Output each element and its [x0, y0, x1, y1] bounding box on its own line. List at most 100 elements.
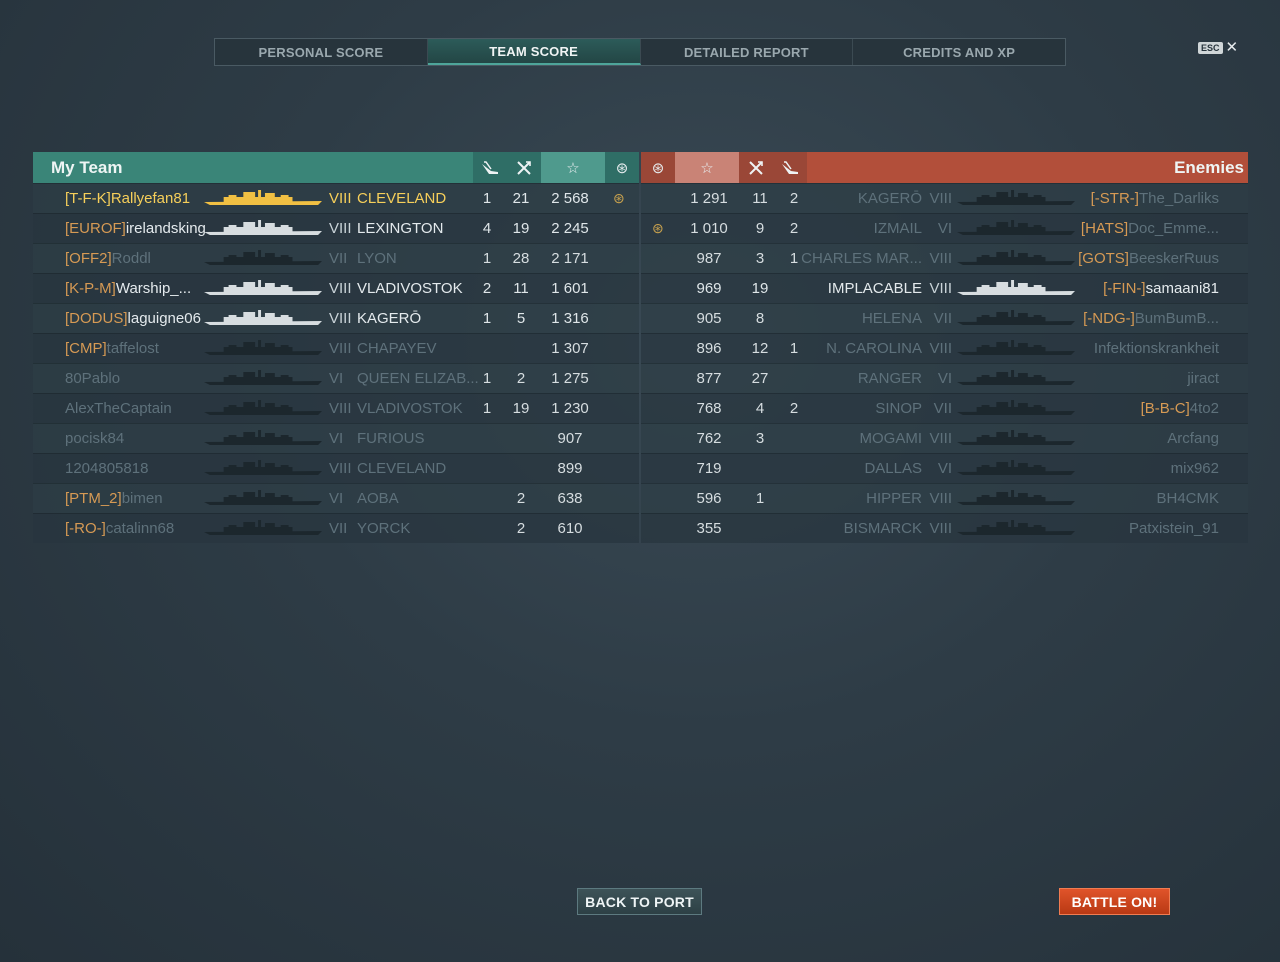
player-row[interactable]: 905 8 HELENA VII [-NDG-]BumBumB... — [641, 303, 1248, 333]
clan-tag: [GOTS] — [1078, 250, 1129, 267]
xp-value: 1 307 — [551, 340, 589, 357]
ship-silhouette — [957, 460, 1075, 475]
player-name-cell: pocisk84 — [65, 430, 124, 447]
player-row[interactable]: 987 3 1 CHARLES MAR... VIII [GOTS]BeeskerRuus — [641, 243, 1248, 273]
ship-tier: VI — [329, 430, 344, 447]
player-name-cell: mix962 — [1171, 460, 1219, 477]
player-name: Infektionskrankheit — [1093, 340, 1219, 357]
player-row[interactable]: 1204805818 VIII CLEVELAND 899 — [33, 453, 639, 483]
player-name: bimen — [121, 490, 163, 507]
tab-team-score[interactable]: TEAM SCORE — [427, 39, 641, 65]
ship-silhouette — [957, 220, 1075, 235]
player-name-cell: [GOTS]BeeskerRuus — [1078, 250, 1219, 267]
player-row[interactable]: 1 291 11 2 KAGERŌ VIII [-STR-]The_Darliks — [641, 183, 1248, 213]
ship-tier: VII — [329, 520, 348, 537]
ship-name: LEXINGTON — [357, 220, 444, 237]
my-team-rows: [T-F-K]Rallyefan81 VIII CLEVELAND 1 21 2 568 ⊛… — [33, 183, 639, 543]
clan-tag: [CMP] — [65, 340, 107, 357]
player-name-cell: jiract — [1187, 370, 1219, 387]
player-row[interactable]: [DODUS]laguigne06 VIII KAGERŌ 1 5 1 316 — [33, 303, 639, 333]
ship-name: HIPPER — [866, 490, 922, 507]
tab-personal-score[interactable]: PERSONAL SCORE — [215, 39, 428, 65]
tab-detailed-report[interactable]: DETAILED REPORT — [641, 39, 854, 65]
player-row[interactable]: [EUROF]irelandsking VIII LEXINGTON 4 19 2 245 — [33, 213, 639, 243]
player-name: Rallyefan81 — [110, 190, 191, 207]
back-to-port-button[interactable]: BACK TO PORT — [577, 888, 702, 915]
planes-count: 4 — [482, 220, 492, 237]
frags-count: 2 — [516, 520, 526, 537]
xp-value: 907 — [557, 430, 583, 447]
player-name: taffelost — [106, 340, 159, 357]
player-name-cell: [HATS]Doc_Emme... — [1081, 220, 1219, 237]
ship-name: VLADIVOSTOK — [357, 400, 463, 417]
ship-tier: VIII — [329, 460, 352, 477]
clan-tag: [EUROF] — [65, 220, 126, 237]
xp-value: 762 — [696, 430, 722, 447]
xp-value: 877 — [696, 370, 722, 387]
ship-silhouette — [957, 400, 1075, 415]
player-name-cell: [T-F-K]Rallyefan81 — [65, 190, 190, 207]
player-row[interactable]: 719 DALLAS VI mix962 — [641, 453, 1248, 483]
frags-count: 11 — [513, 280, 529, 297]
planes-count: 1 — [482, 370, 492, 387]
ship-tier: VIII — [929, 250, 952, 267]
xp-value: 1 010 — [690, 220, 728, 237]
player-row[interactable]: 762 3 MOGAMI VIII Arcfang — [641, 423, 1248, 453]
player-row[interactable]: pocisk84 VI FURIOUS 907 — [33, 423, 639, 453]
player-row[interactable]: 768 4 2 SINOP VII [B-B-C]4to2 — [641, 393, 1248, 423]
close-button[interactable]: ESC ✕ — [1198, 40, 1238, 55]
ship-tier: VII — [933, 310, 952, 327]
clan-tag: [HATS] — [1080, 220, 1129, 237]
player-name: BumBumB... — [1134, 310, 1219, 327]
enemies-rows: 1 291 11 2 KAGERŌ VIII [-STR-]The_Darliks ⊛ 1 0… — [641, 183, 1248, 543]
player-row[interactable]: 596 1 HIPPER VIII BH4CMK — [641, 483, 1248, 513]
player-row[interactable]: AlexTheCaptain VIII VLADIVOSTOK 1 19 1 230 — [33, 393, 639, 423]
player-row[interactable]: 877 27 RANGER VI jiract — [641, 363, 1248, 393]
ship-silhouette — [957, 490, 1075, 505]
battle-on-button[interactable]: BATTLE ON! — [1059, 888, 1170, 915]
ship-tier: VIII — [329, 280, 352, 297]
xp-value: 596 — [696, 490, 722, 507]
tab-credits-and-xp[interactable]: CREDITS AND XP — [853, 39, 1065, 65]
player-name-cell: 1204805818 — [65, 460, 148, 477]
player-row[interactable]: [OFF2]Roddl VII LYON 1 28 2 171 — [33, 243, 639, 273]
ship-name: BISMARCK — [843, 520, 922, 537]
player-row[interactable]: 80Pablo VI QUEEN ELIZAB... 1 2 1 275 — [33, 363, 639, 393]
ship-silhouette — [957, 250, 1075, 265]
player-row[interactable]: [-RO-]catalinn68 VII YORCK 2 610 — [33, 513, 639, 543]
clan-tag: [-FIN-] — [1103, 280, 1146, 297]
player-row[interactable]: 896 12 1 N. CAROLINA VIII Infektionskrankheit — [641, 333, 1248, 363]
ship-silhouette — [957, 340, 1075, 355]
ship-tier: VIII — [329, 190, 352, 207]
ship-silhouette — [204, 460, 322, 475]
ship-silhouette — [204, 370, 322, 385]
ship-tier: VI — [329, 490, 344, 507]
planes-count: 1 — [482, 190, 492, 207]
player-row[interactable]: 355 BISMARCK VIII Patxistein_91 — [641, 513, 1248, 543]
player-name-cell: [CMP]taffelost — [65, 340, 159, 357]
player-row[interactable]: 969 19 IMPLACABLE VIII [-FIN-]samaani81 — [641, 273, 1248, 303]
clan-tag: [-NDG-] — [1083, 310, 1135, 327]
player-row[interactable]: ⊛ 1 010 9 2 IZMAIL VI [HATS]Doc_Emme... — [641, 213, 1248, 243]
ship-silhouette — [957, 280, 1075, 295]
xp-value: 1 291 — [690, 190, 728, 207]
player-row[interactable]: [T-F-K]Rallyefan81 VIII CLEVELAND 1 21 2 568 ⊛ — [33, 183, 639, 213]
frags-count: 3 — [755, 250, 765, 267]
player-row[interactable]: [K-P-M]Warship_... VIII VLADIVOSTOK 2 11 1 60… — [33, 273, 639, 303]
player-row[interactable]: [CMP]taffelost VIII CHAPAYEV 1 307 — [33, 333, 639, 363]
star-icon: ☆ — [541, 152, 605, 183]
my-team-panel: My Team ☆ ⊛ [T-F-K]Rallyefan81 VIII CLEVEL… — [33, 152, 639, 543]
star-icon: ☆ — [675, 152, 739, 183]
frags-count: 21 — [512, 190, 530, 207]
ship-silhouette — [957, 310, 1075, 325]
ship-silhouette — [204, 220, 322, 235]
xp-value: 896 — [696, 340, 722, 357]
frags-count: 3 — [755, 430, 765, 447]
xp-value: 355 — [696, 520, 722, 537]
player-row[interactable]: [PTM_2]bimen VI AOBA 2 638 — [33, 483, 639, 513]
player-name-cell: [-FIN-]samaani81 — [1103, 280, 1219, 297]
ship-tier: VIII — [329, 310, 352, 327]
clan-tag: [DODUS] — [65, 310, 128, 327]
player-name: The_Darliks — [1138, 190, 1219, 207]
player-name-cell: 80Pablo — [65, 370, 120, 387]
